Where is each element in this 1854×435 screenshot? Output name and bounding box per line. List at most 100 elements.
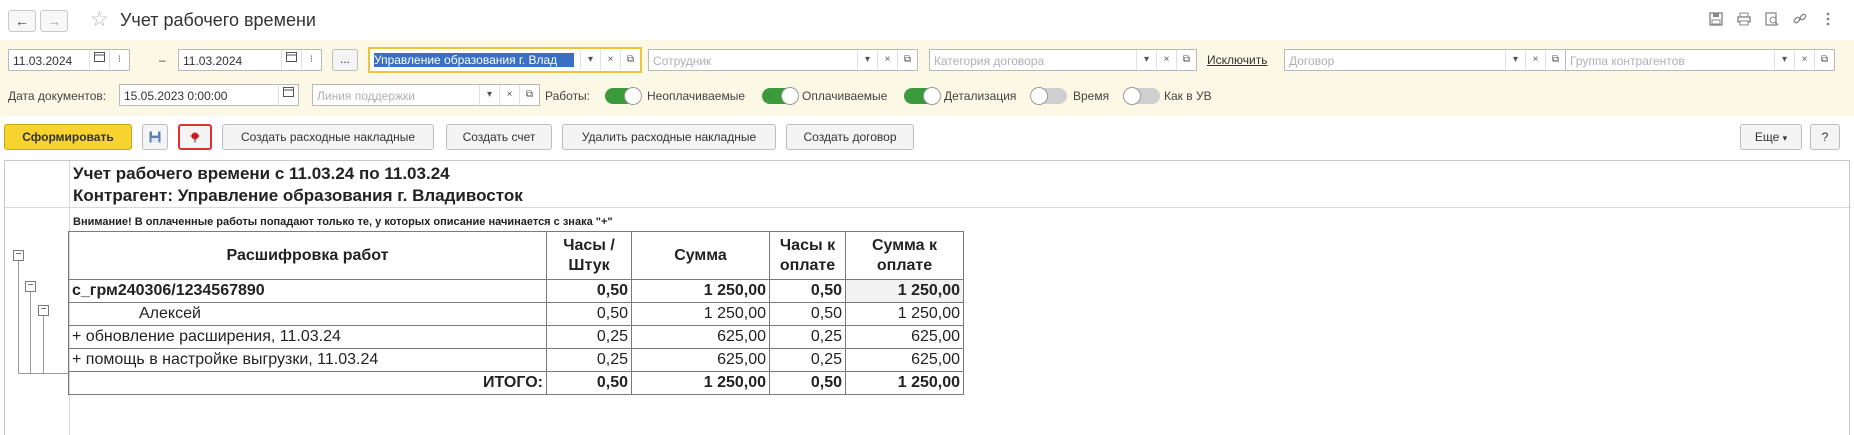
open-icon[interactable]: ⧉ — [1176, 50, 1196, 70]
open-icon[interactable]: ⧉ — [620, 50, 640, 70]
row-hours: 0,50 — [546, 302, 632, 326]
generate-button[interactable]: Сформировать — [4, 124, 132, 150]
date-to-field[interactable]: 11.03.2024 ⁝ — [178, 49, 322, 71]
clear-icon[interactable]: × — [877, 50, 897, 70]
more-icon[interactable] — [1820, 12, 1836, 29]
report-counterparty: Контрагент: Управление образования г. Вл… — [73, 186, 523, 205]
table-row[interactable]: Алексей 0,50 1 250,00 0,50 1 250,00 — [68, 302, 964, 326]
clear-icon[interactable]: × — [1794, 50, 1814, 70]
total-label: ИТОГО: — [68, 371, 547, 395]
toggle-paid-label: Оплачиваемые — [802, 89, 888, 103]
more-button[interactable]: Еще ▾ — [1740, 124, 1802, 150]
clear-icon[interactable]: × — [499, 85, 519, 105]
save-report-button[interactable] — [142, 124, 168, 150]
open-icon[interactable]: ⧉ — [519, 85, 539, 105]
row-name: Алексей — [68, 302, 547, 326]
column-header-sum: Сумма — [631, 231, 770, 280]
more-label: Еще — [1754, 130, 1780, 144]
toggle-time-label: Время — [1073, 89, 1110, 103]
row-sum-pay: 1 250,00 — [845, 302, 964, 326]
save-icon[interactable] — [1708, 12, 1724, 29]
toggle-paid[interactable] — [762, 87, 799, 105]
table-header: Расшифровка работ Часы / Штук Сумма Часы … — [68, 231, 964, 280]
row-sum: 1 250,00 — [631, 279, 770, 303]
date-dash: – — [159, 53, 166, 67]
report-header-divider — [5, 207, 1851, 208]
chevron-down-icon[interactable]: ▾ — [580, 50, 600, 70]
delete-expense-invoices-button[interactable]: Удалить расходные накладные — [562, 124, 776, 150]
clear-icon[interactable]: × — [1156, 50, 1176, 70]
row-hours: 0,25 — [546, 325, 632, 349]
contract-field[interactable]: Договор ▾ × ⧉ — [1284, 49, 1566, 71]
row-name: с_грм240306/1234567890 — [68, 279, 547, 303]
report-title: Учет рабочего времени с 11.03.24 по 11.0… — [73, 164, 450, 183]
counterparty-group-field[interactable]: Группа контрагентов ▾ × ⧉ — [1565, 49, 1835, 71]
row-sum-pay: 625,00 — [845, 348, 964, 372]
stepper-icon[interactable]: ⁝ — [109, 50, 129, 70]
create-contract-button[interactable]: Создать договор — [786, 124, 914, 150]
clear-icon[interactable]: × — [1525, 50, 1545, 70]
favorite-star-icon[interactable]: ☆ — [90, 8, 109, 32]
counterparty-field[interactable]: Управление образования г. Влад ▾ × ⧉ — [368, 47, 642, 73]
table-row[interactable]: с_грм240306/1234567890 0,50 1 250,00 0,5… — [68, 279, 964, 303]
period-select-button[interactable]: ... — [332, 49, 358, 71]
pin-icon — [189, 132, 201, 146]
floppy-icon — [149, 131, 161, 146]
group-collapse-icon[interactable]: − — [38, 305, 49, 316]
toggle-time[interactable] — [1030, 87, 1067, 105]
table-row[interactable]: + обновление расширения, 11.03.24 0,25 6… — [68, 325, 964, 349]
row-hours-pay: 0,25 — [769, 325, 846, 349]
support-line-field[interactable]: Линия поддержки ▾ × ⧉ — [312, 84, 540, 106]
toggle-unpaid[interactable] — [605, 87, 642, 105]
chevron-down-icon[interactable]: ▾ — [479, 85, 499, 105]
chevron-down-icon[interactable]: ▾ — [1505, 50, 1525, 70]
toggle-as-uv[interactable] — [1123, 87, 1160, 105]
row-sum-pay: 625,00 — [845, 325, 964, 349]
settings-highlight-button[interactable] — [178, 124, 212, 150]
date-from-field[interactable]: 11.03.2024 ⁝ — [8, 49, 130, 71]
total-hours-pay: 0,50 — [769, 371, 846, 395]
group-collapse-icon[interactable]: − — [13, 250, 24, 261]
row-sum: 1 250,00 — [631, 302, 770, 326]
toggle-as-uv-label: Как в УВ — [1164, 89, 1212, 103]
back-button[interactable]: ← — [8, 10, 36, 32]
calendar-icon[interactable] — [278, 85, 298, 105]
calendar-icon[interactable] — [281, 50, 301, 70]
preview-icon[interactable] — [1764, 12, 1780, 29]
print-icon[interactable] — [1736, 12, 1752, 29]
chevron-down-icon[interactable]: ▾ — [1136, 50, 1156, 70]
column-header-work: Расшифровка работ — [68, 231, 547, 280]
open-icon[interactable]: ⧉ — [897, 50, 917, 70]
arrow-right-icon: → — [47, 13, 61, 29]
create-expense-invoices-button[interactable]: Создать расходные накладные — [222, 124, 434, 150]
group-collapse-icon[interactable]: − — [25, 281, 36, 292]
group-line — [43, 316, 44, 373]
forward-button[interactable]: → — [40, 10, 68, 32]
create-invoice-button[interactable]: Создать счет — [446, 124, 552, 150]
row-hours-pay: 0,50 — [769, 279, 846, 303]
total-sum: 1 250,00 — [631, 371, 770, 395]
stepper-icon[interactable]: ⁝ — [301, 50, 321, 70]
help-button[interactable]: ? — [1810, 124, 1840, 150]
chevron-down-icon[interactable]: ▾ — [857, 50, 877, 70]
documents-date-field[interactable]: 15.05.2023 0:00:00 — [119, 84, 299, 106]
open-icon[interactable]: ⧉ — [1814, 50, 1834, 70]
group-line — [18, 373, 69, 374]
table-row[interactable]: + помощь в настройке выгрузки, 11.03.24 … — [68, 348, 964, 372]
exclude-link[interactable]: Исключить — [1207, 53, 1267, 67]
link-icon[interactable] — [1792, 12, 1808, 29]
table-total-row: ИТОГО: 0,50 1 250,00 0,50 1 250,00 — [68, 371, 964, 395]
employee-field[interactable]: Сотрудник ▾ × ⧉ — [648, 49, 918, 71]
chevron-down-icon: ▾ — [1782, 133, 1788, 143]
row-name: + обновление расширения, 11.03.24 — [68, 325, 547, 349]
contract-category-field[interactable]: Категория договора ▾ × ⧉ — [929, 49, 1197, 71]
total-hours: 0,50 — [546, 371, 632, 395]
arrow-left-icon: ← — [15, 13, 29, 29]
open-icon[interactable]: ⧉ — [1545, 50, 1565, 70]
clear-icon[interactable]: × — [600, 50, 620, 70]
toggle-detail[interactable] — [904, 87, 941, 105]
calendar-icon[interactable] — [89, 50, 109, 70]
chevron-down-icon[interactable]: ▾ — [1774, 50, 1794, 70]
title-actions — [1708, 12, 1836, 29]
column-header-hours: Часы / Штук — [546, 231, 632, 280]
